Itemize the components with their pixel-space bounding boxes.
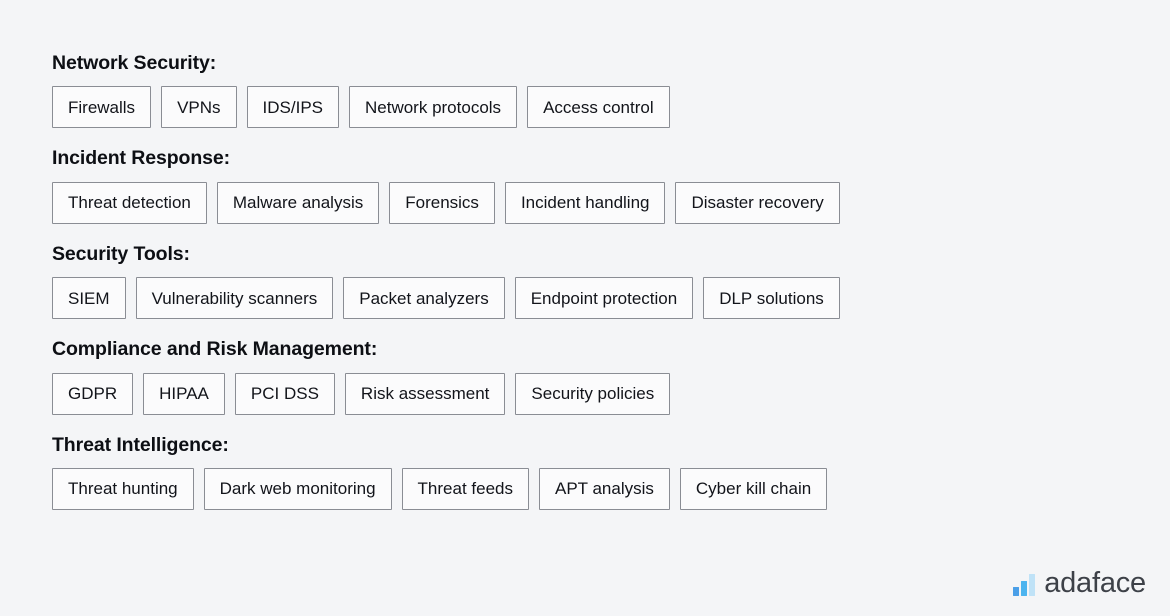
section-heading-security-tools: Security Tools: [52, 242, 190, 265]
skill-chip[interactable]: Cyber kill chain [679, 467, 828, 510]
chip-row-compliance-and-risk-management: GDPR HIPAA PCI DSS Risk assessment Security … [52, 372, 1118, 415]
skill-section-security-tools: Security Tools: SIEM Vulnerability scanner… [52, 242, 1118, 320]
skills-list: Network Security: Firewalls VPNs IDS/IPS Net… [52, 52, 1118, 510]
skill-chip[interactable]: Packet analyzers [343, 277, 505, 320]
logo-bar-2 [1021, 581, 1028, 596]
skill-chip[interactable]: Threat detection [52, 181, 207, 224]
section-heading-threat-intelligence: Threat Intelligence: [52, 433, 229, 456]
section-heading-compliance-and-risk-management: Compliance and Risk Management: [52, 338, 378, 361]
skill-chip[interactable]: PCI DSS [234, 372, 335, 415]
skill-chip[interactable]: Forensics [389, 181, 495, 224]
skill-section-incident-response: Incident Response: Threat detection Malwar… [52, 147, 1118, 224]
skill-chip[interactable]: Threat feeds [401, 467, 529, 510]
skill-chip[interactable]: Access control [527, 86, 670, 129]
skill-chip[interactable]: SIEM [52, 277, 126, 320]
skill-chip[interactable]: Disaster recovery [675, 181, 840, 224]
skill-section-network-security: Network Security: Firewalls VPNs IDS/IPS Net… [52, 52, 1118, 129]
chip-row-threat-intelligence: Threat hunting Dark web monitoring Threat … [52, 467, 1118, 510]
skill-chip[interactable]: Network protocols [349, 86, 518, 129]
skill-chip[interactable]: HIPAA [143, 372, 225, 415]
skill-chip[interactable]: Threat hunting [52, 467, 194, 510]
brand-name: adaface [1044, 567, 1146, 600]
section-heading-network-security: Network Security: [52, 52, 217, 74]
chip-row-incident-response: Threat detection Malware analysis Forensic… [52, 181, 1118, 224]
skill-chip[interactable]: Dark web monitoring [203, 467, 392, 510]
skill-chip[interactable]: Security policies [515, 372, 671, 415]
skill-chip[interactable]: VPNs [161, 86, 237, 129]
skill-chip[interactable]: Endpoint protection [514, 277, 694, 320]
skill-chip[interactable]: DLP solutions [703, 277, 840, 320]
adaface-logo: adaface [1013, 567, 1146, 600]
skill-chip[interactable]: APT analysis [539, 467, 670, 510]
skill-chip[interactable]: Firewalls [52, 86, 152, 129]
skill-section-compliance-and-risk-management: Compliance and Risk Management: GDPR HIPAA… [52, 338, 1118, 415]
chip-row-network-security: Firewalls VPNs IDS/IPS Network protocols Acc… [52, 86, 1118, 129]
logo-bar-3 [1029, 574, 1036, 596]
skill-chip[interactable]: IDS/IPS [246, 86, 339, 129]
bar-chart-logo-icon [1013, 574, 1036, 598]
skill-chip[interactable]: Risk assessment [344, 372, 506, 415]
skill-chip[interactable]: Malware analysis [216, 181, 380, 224]
section-heading-incident-response: Incident Response: [52, 147, 231, 170]
skill-chip[interactable]: Vulnerability scanners [135, 277, 334, 320]
skill-chip[interactable]: GDPR [52, 372, 134, 415]
chip-row-security-tools: SIEM Vulnerability scanners Packet analyze… [52, 277, 1118, 320]
skill-section-threat-intelligence: Threat Intelligence: Threat hunting Dark w… [52, 434, 1118, 510]
skill-chip[interactable]: Incident handling [504, 181, 666, 224]
logo-bar-1 [1013, 587, 1020, 596]
